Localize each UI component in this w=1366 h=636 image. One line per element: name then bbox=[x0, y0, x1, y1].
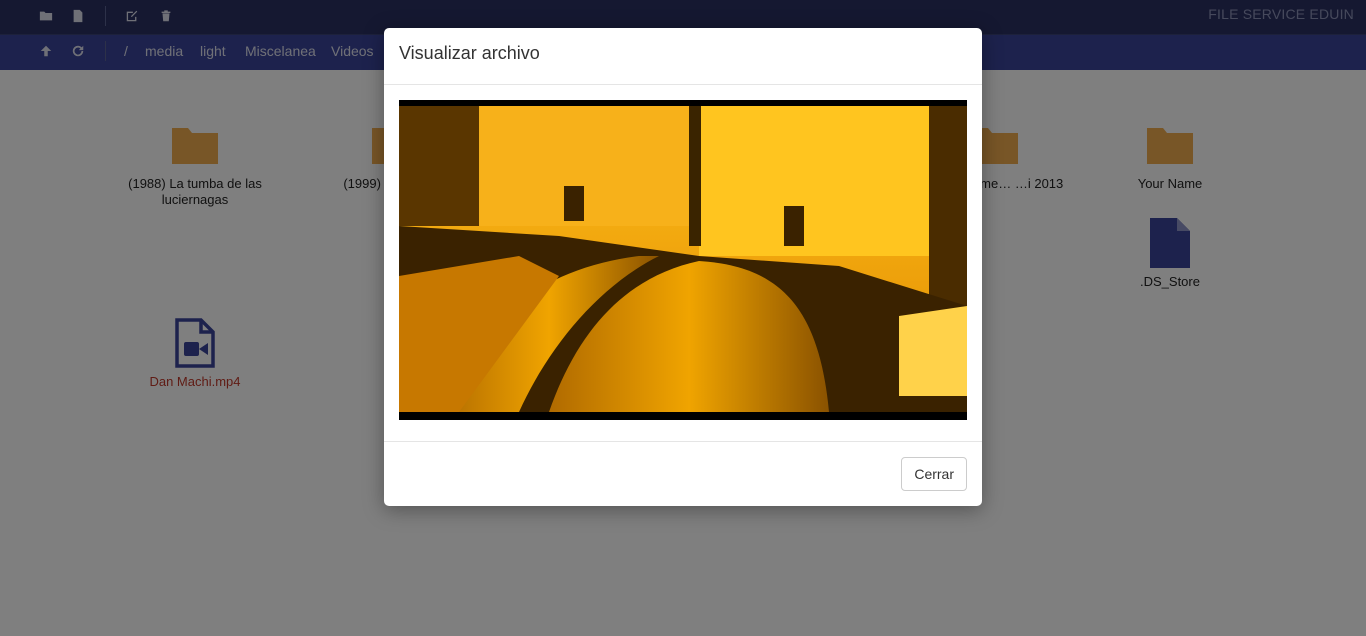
close-button[interactable]: Cerrar bbox=[901, 457, 967, 491]
video-frame bbox=[399, 106, 967, 412]
file-preview-modal: Visualizar archivo Cerrar bbox=[384, 28, 982, 506]
video-player[interactable] bbox=[399, 100, 967, 420]
modal-body bbox=[384, 85, 982, 441]
modal-header: Visualizar archivo bbox=[384, 28, 982, 85]
modal-footer: Cerrar bbox=[384, 441, 982, 506]
modal-title: Visualizar archivo bbox=[399, 43, 540, 63]
